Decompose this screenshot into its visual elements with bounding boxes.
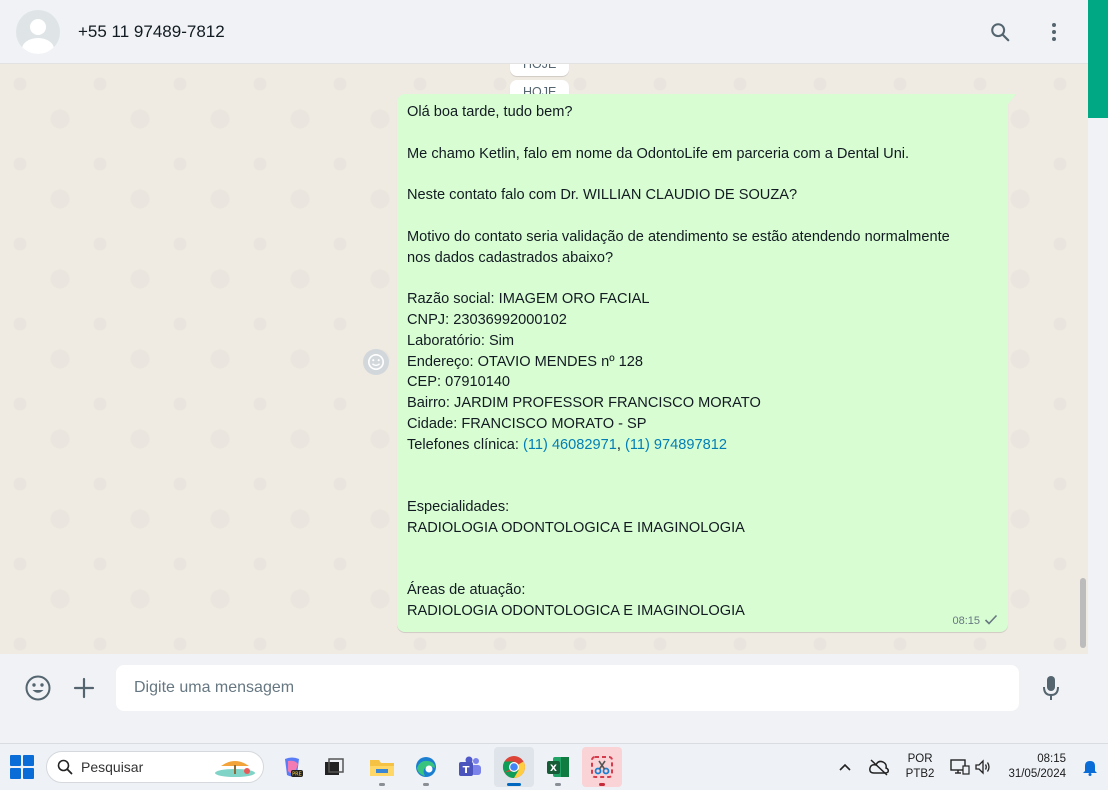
message-line: CEP: 07910140 bbox=[407, 374, 511, 391]
system-tray: POR PTB2 08:15 31/05/2024 bbox=[830, 744, 1108, 790]
message-line: Me chamo Ketlin, falo em nome da OdontoL… bbox=[407, 145, 910, 162]
specialties-value: RADIOLOGIA ODONTOLOGICA E IMAGINOLOGIA bbox=[407, 519, 745, 536]
chat-scrollbar[interactable] bbox=[1080, 70, 1086, 648]
language-code: POR bbox=[907, 753, 933, 765]
message-line: Laboratório: Sim bbox=[407, 332, 515, 349]
clock-time: 08:15 bbox=[1037, 753, 1066, 765]
single-check-icon bbox=[984, 614, 998, 628]
taskbar-search[interactable]: Pesquisar bbox=[46, 751, 264, 783]
message-line: Bairro: JARDIM PROFESSOR FRANCISCO MORAT… bbox=[407, 395, 761, 412]
search-icon bbox=[57, 759, 73, 775]
excel-icon[interactable]: X bbox=[538, 747, 578, 787]
areas-label: Áreas de atuação: bbox=[407, 582, 526, 599]
date-chip: HOJE bbox=[510, 64, 570, 76]
message-line: Olá boa tarde, tudo bem? bbox=[407, 104, 573, 120]
emoji-icon[interactable] bbox=[24, 674, 52, 702]
copilot-icon[interactable]: PRE bbox=[272, 747, 312, 787]
message-time: 08:15 bbox=[952, 615, 980, 627]
message-line: Telefones clínica: (11) 46082971, (11) 9… bbox=[407, 435, 998, 456]
keyboard-language[interactable]: POR PTB2 bbox=[898, 752, 943, 782]
chrome-browser-icon[interactable] bbox=[494, 747, 534, 787]
phone-separator: , bbox=[616, 436, 625, 453]
microphone-icon[interactable] bbox=[1037, 674, 1065, 702]
message-line: Motivo do contato seria validação de ate… bbox=[407, 228, 950, 245]
search-icon[interactable] bbox=[986, 18, 1014, 46]
areas-value: RADIOLOGIA ODONTOLOGICA E IMAGINOLOGIA bbox=[407, 603, 745, 620]
chevron-up-icon[interactable] bbox=[830, 762, 860, 772]
teams-icon[interactable]: T bbox=[450, 747, 490, 787]
notification-bell-icon[interactable] bbox=[1074, 758, 1108, 776]
emoji-reaction-icon[interactable] bbox=[363, 349, 389, 375]
windows-start-icon[interactable] bbox=[10, 755, 34, 779]
message-input[interactable] bbox=[116, 665, 1019, 711]
accent-strip bbox=[1088, 0, 1108, 118]
svg-text:X: X bbox=[550, 764, 557, 774]
message-composer bbox=[0, 654, 1088, 722]
specialties-label: Especialidades: bbox=[407, 499, 510, 516]
network-volume-group[interactable] bbox=[942, 758, 1000, 776]
outgoing-message[interactable]: Olá boa tarde, tudo bem? Me chamo Ketlin… bbox=[397, 94, 1016, 632]
message-line: nos dados cadastrados abaixo? bbox=[407, 249, 614, 266]
edge-browser-icon[interactable] bbox=[406, 747, 446, 787]
chat-header: +55 11 97489-7812 bbox=[0, 0, 1088, 64]
clock-date: 31/05/2024 bbox=[1008, 768, 1066, 780]
message-line: Neste contato falo com Dr. WILLIAN CLAUD… bbox=[407, 187, 798, 204]
message-line: Cidade: FRANCISCO MORATO - SP bbox=[407, 415, 647, 432]
contact-name[interactable]: +55 11 97489-7812 bbox=[78, 22, 225, 42]
keyboard-layout: PTB2 bbox=[905, 768, 935, 780]
svg-text:T: T bbox=[463, 765, 470, 776]
avatar[interactable] bbox=[16, 9, 60, 54]
message-line: Endereço: OTAVIO MENDES nº 128 bbox=[407, 353, 643, 370]
cloud-offline-icon[interactable] bbox=[860, 758, 898, 776]
message-line: Razão social: IMAGEM ORO FACIAL bbox=[407, 291, 650, 308]
scrollbar-thumb[interactable] bbox=[1080, 578, 1086, 648]
chat-area[interactable]: HOJE HOJE Olá boa tarde, tudo bem? Me ch… bbox=[0, 64, 1088, 654]
windows-taskbar: Pesquisar PRE T X POR PTB2 08:15 31/05/2… bbox=[0, 743, 1108, 790]
taskbar-clock[interactable]: 08:15 31/05/2024 bbox=[1000, 752, 1074, 782]
task-view-icon[interactable] bbox=[314, 747, 354, 787]
phone-link[interactable]: (11) 46082971 bbox=[523, 437, 617, 453]
search-highlight-art-icon bbox=[215, 761, 255, 777]
message-line: CNPJ: 23036992000102 bbox=[407, 311, 567, 328]
snipping-tool-icon[interactable] bbox=[582, 747, 622, 787]
plus-icon[interactable] bbox=[70, 674, 98, 702]
taskbar-search-label: Pesquisar bbox=[81, 759, 144, 775]
network-icon bbox=[950, 759, 971, 775]
file-explorer-icon[interactable] bbox=[362, 747, 402, 787]
phones-label: Telefones clínica: bbox=[407, 436, 524, 453]
volume-icon bbox=[975, 759, 991, 775]
kebab-menu-icon[interactable] bbox=[1040, 18, 1068, 46]
message-meta: 08:15 bbox=[952, 614, 998, 628]
phone-link[interactable]: (11) 974897812 bbox=[625, 437, 727, 453]
svg-text:PRE: PRE bbox=[292, 772, 302, 778]
